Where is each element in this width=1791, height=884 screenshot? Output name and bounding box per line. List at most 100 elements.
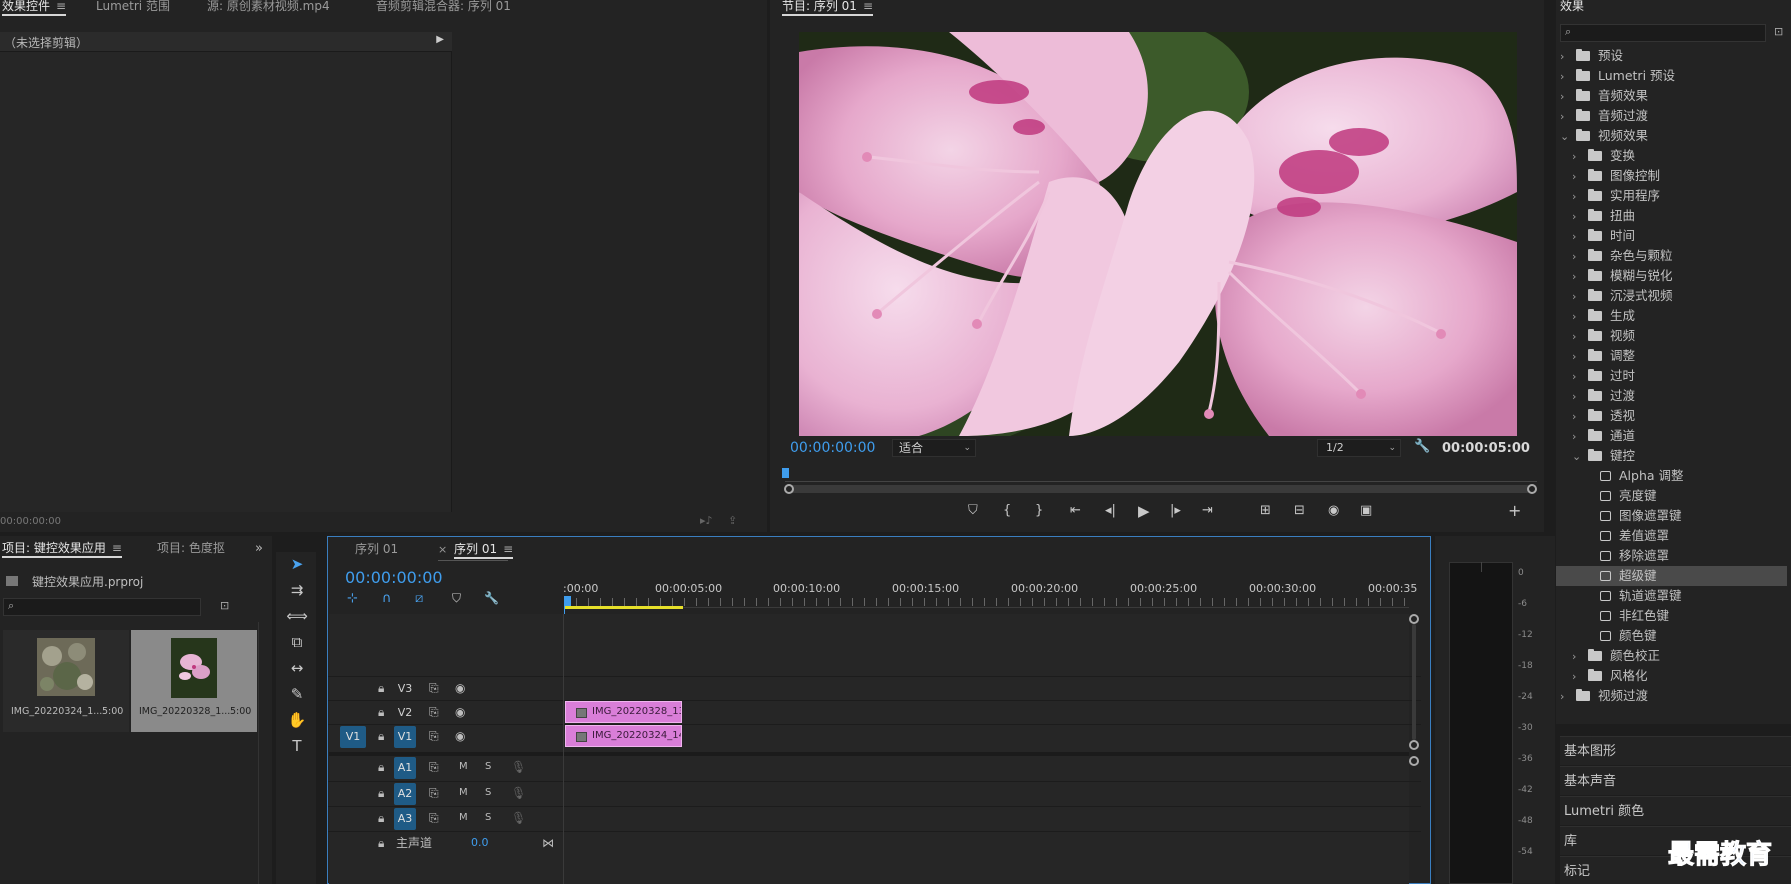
chevron-right-icon[interactable]: › bbox=[1572, 327, 1584, 347]
effects-tree-item[interactable]: › 生成 bbox=[1572, 306, 1791, 326]
project-item[interactable]: IMG_20220324_1... 5:00 bbox=[3, 630, 129, 732]
side-tab-essential-graphics[interactable]: 基本图形 bbox=[1560, 736, 1791, 765]
mark-in-icon[interactable]: { bbox=[1003, 502, 1011, 520]
add-button-icon[interactable]: + bbox=[1508, 502, 1521, 520]
effects-tree-item[interactable]: 轨道遮罩键 bbox=[1584, 586, 1791, 606]
menu-icon[interactable]: ≡ bbox=[56, 0, 66, 12]
panel-overflow-icon[interactable]: » bbox=[255, 541, 263, 556]
chevron-down-icon[interactable]: ⌄ bbox=[1572, 447, 1584, 467]
mark-out-icon[interactable]: } bbox=[1035, 502, 1043, 520]
step-back-icon[interactable]: ◂| bbox=[1105, 502, 1116, 520]
effects-tree-item[interactable]: ⌄ 键控 bbox=[1572, 446, 1791, 466]
source-patch-v1[interactable]: V1 bbox=[340, 726, 366, 748]
effects-tree-item[interactable]: › Lumetri 预设 bbox=[1560, 66, 1791, 86]
effects-tree-item[interactable]: › 通道 bbox=[1572, 426, 1791, 446]
chevron-right-icon[interactable]: › bbox=[1572, 267, 1584, 287]
effects-tree-item[interactable]: › 实用程序 bbox=[1572, 186, 1791, 206]
effects-search-input[interactable]: ⌕ bbox=[1560, 24, 1766, 42]
sync-lock-icon[interactable]: ⎘ bbox=[429, 782, 439, 804]
pen-tool-icon[interactable]: ✎ bbox=[283, 682, 311, 706]
mute-button[interactable]: M bbox=[459, 807, 468, 829]
chevron-right-icon[interactable]: › bbox=[1572, 227, 1584, 247]
chevron-right-icon[interactable]: › bbox=[1560, 87, 1572, 107]
side-tab-lumetri-color[interactable]: Lumetri 颜色 bbox=[1560, 796, 1791, 825]
tab-source[interactable]: 源: 原创素材视频.mp4 bbox=[207, 0, 330, 16]
lock-icon[interactable]: 🔒︎ bbox=[378, 756, 384, 778]
chevron-right-icon[interactable]: › bbox=[1572, 407, 1584, 427]
effects-tree-item[interactable]: 图像遮罩键 bbox=[1584, 506, 1791, 526]
lock-icon[interactable]: 🔒︎ bbox=[378, 832, 384, 854]
timeline-playhead[interactable] bbox=[564, 596, 571, 606]
lock-icon[interactable]: 🔒︎ bbox=[378, 677, 384, 699]
scroll-handle-icon[interactable] bbox=[1409, 740, 1419, 750]
chevron-right-icon[interactable]: › bbox=[1572, 147, 1584, 167]
close-icon[interactable]: × bbox=[438, 543, 447, 556]
add-marker-icon[interactable]: ⛉ bbox=[452, 591, 461, 606]
zoom-handle-right[interactable] bbox=[1527, 484, 1537, 494]
effects-tree-item[interactable]: › 颜色校正 bbox=[1572, 646, 1791, 666]
timeline-timecode[interactable]: 00:00:00:00 bbox=[345, 568, 443, 587]
lock-icon[interactable]: 🔒︎ bbox=[378, 782, 384, 804]
tab-audio-clip-mixer[interactable]: 音频剪辑混合器: 序列 01 bbox=[376, 0, 511, 16]
resolution-dropdown[interactable]: 1/2 ⌄ bbox=[1317, 439, 1401, 457]
eye-icon[interactable]: ◉ bbox=[455, 677, 465, 699]
effects-tree-item[interactable]: › 时间 bbox=[1572, 226, 1791, 246]
track-target-v1[interactable]: V1 bbox=[394, 726, 416, 748]
track-target-a3[interactable]: A3 bbox=[394, 808, 416, 830]
eye-icon[interactable]: ◉ bbox=[455, 725, 465, 747]
go-to-out-icon[interactable]: ⇥ bbox=[1202, 502, 1213, 520]
chevron-right-icon[interactable]: › bbox=[1572, 667, 1584, 687]
linked-selection-icon[interactable]: ⧄ bbox=[415, 591, 423, 606]
effects-tree-item[interactable]: › 音频效果 bbox=[1560, 86, 1791, 106]
selection-tool-icon[interactable]: ➤ bbox=[283, 552, 311, 576]
chevron-right-icon[interactable]: › bbox=[1572, 387, 1584, 407]
effects-tree-item[interactable]: › 杂色与颗粒 bbox=[1572, 246, 1791, 266]
chevron-right-icon[interactable]: › bbox=[1572, 207, 1584, 227]
effects-tree-item[interactable]: › 变换 bbox=[1572, 146, 1791, 166]
microphone-icon[interactable]: 🎙︎ bbox=[511, 807, 526, 829]
sync-lock-icon[interactable]: ⎘ bbox=[429, 701, 439, 723]
project-search-input[interactable]: ⌕ bbox=[3, 598, 201, 616]
snap-icon[interactable]: ∩ bbox=[382, 591, 392, 606]
timeline-settings-icon[interactable]: 🔧 bbox=[484, 591, 499, 605]
chevron-down-icon[interactable]: ⌄ bbox=[1560, 127, 1572, 147]
expand-arrow-icon[interactable]: ▶ bbox=[436, 34, 444, 45]
chevron-right-icon[interactable]: › bbox=[1560, 47, 1572, 67]
effects-tree-item[interactable]: 颜色键 bbox=[1584, 626, 1791, 646]
lock-icon[interactable]: 🔒︎ bbox=[378, 701, 384, 723]
track-target-v2[interactable]: V2 bbox=[394, 702, 416, 724]
program-video-frame[interactable] bbox=[799, 32, 1517, 436]
timeline-clip[interactable]: IMG_20220324_145 bbox=[565, 725, 682, 747]
zoom-bar[interactable] bbox=[789, 485, 1531, 493]
effects-tree-item[interactable]: › 过渡 bbox=[1572, 386, 1791, 406]
slip-tool-icon[interactable]: ↔ bbox=[283, 656, 311, 680]
add-marker-icon[interactable]: ⛉ bbox=[968, 502, 978, 520]
chevron-right-icon[interactable]: › bbox=[1560, 107, 1572, 127]
menu-icon[interactable]: ≡ bbox=[503, 543, 513, 555]
sync-lock-icon[interactable]: ⎘ bbox=[429, 807, 439, 829]
export-icon[interactable]: ⇪ bbox=[728, 514, 737, 527]
solo-button[interactable]: S bbox=[485, 807, 491, 829]
chevron-right-icon[interactable]: › bbox=[1572, 347, 1584, 367]
effects-tree-item[interactable]: 超级键 bbox=[1556, 566, 1787, 586]
effects-tree-item[interactable]: › 视频 bbox=[1572, 326, 1791, 346]
master-volume-value[interactable]: 0.0 bbox=[471, 832, 489, 854]
tab-project-chroma[interactable]: 项目: 色度抠 bbox=[157, 542, 225, 558]
eye-icon[interactable]: ◉ bbox=[455, 701, 465, 723]
effects-tree-item[interactable]: › 调整 bbox=[1572, 346, 1791, 366]
solo-button[interactable]: S bbox=[485, 756, 491, 778]
lock-icon[interactable]: 🔒︎ bbox=[378, 807, 384, 829]
effects-tree-item[interactable]: Alpha 调整 bbox=[1584, 466, 1791, 486]
effects-tree-item[interactable]: › 扭曲 bbox=[1572, 206, 1791, 226]
chevron-right-icon[interactable]: › bbox=[1572, 647, 1584, 667]
microphone-icon[interactable]: 🎙︎ bbox=[511, 782, 526, 804]
effects-tree-item[interactable]: › 图像控制 bbox=[1572, 166, 1791, 186]
tab-program[interactable]: 节目: 序列 01 ≡ bbox=[782, 0, 874, 16]
effects-tree-item[interactable]: › 过时 bbox=[1572, 366, 1791, 386]
project-item[interactable]: IMG_20220328_1... 5:00 bbox=[131, 630, 257, 732]
effects-tree-item[interactable]: 差值遮罩 bbox=[1584, 526, 1791, 546]
comparison-view-icon[interactable]: ▣ bbox=[1360, 502, 1372, 520]
effects-tree-item[interactable]: › 沉浸式视频 bbox=[1572, 286, 1791, 306]
new-bin-icon[interactable]: ⊡ bbox=[220, 599, 229, 612]
side-tab-essential-sound[interactable]: 基本声音 bbox=[1560, 766, 1791, 795]
